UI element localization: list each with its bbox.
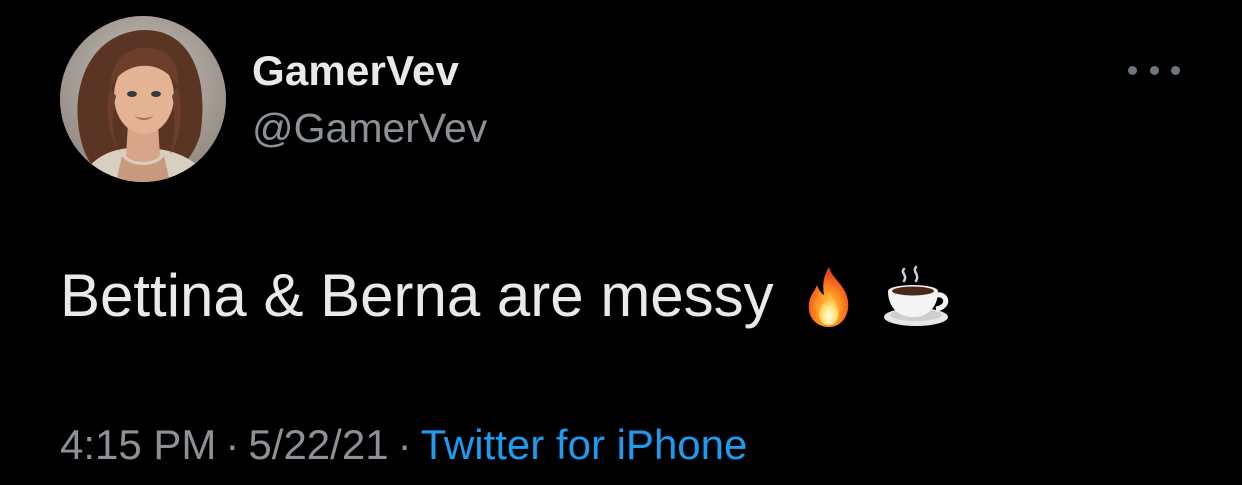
ellipsis-icon <box>1128 65 1137 75</box>
tweet-card: GamerVev @GamerVev Bettina & Berna are m… <box>0 0 1242 485</box>
fire-emoji-icon <box>796 263 862 329</box>
author-info: GamerVev @GamerVev <box>252 46 487 153</box>
more-options-button[interactable] <box>1128 58 1180 82</box>
user-handle[interactable]: @GamerVev <box>252 103 487 153</box>
display-name[interactable]: GamerVev <box>252 46 487 96</box>
tweet-date[interactable]: 5/22/21 <box>248 421 388 468</box>
ellipsis-icon <box>1149 65 1159 75</box>
avatar[interactable] <box>60 16 226 182</box>
hot-beverage-emoji-icon <box>880 263 948 329</box>
tweet-body: Bettina & Berna are messy <box>60 258 948 334</box>
tweet-time: 4:15 PM <box>60 421 217 468</box>
tweet-metadata: 4:15 PM · 5/22/21 · Twitter for iPhone <box>60 418 747 472</box>
tweet-text: Bettina & Berna are messy <box>60 262 774 329</box>
avatar-image <box>60 16 226 182</box>
tweet-source-link[interactable]: Twitter for iPhone <box>421 421 748 468</box>
separator-dot: · <box>225 421 240 468</box>
ellipsis-icon <box>1171 65 1180 75</box>
separator-dot: · <box>397 421 412 468</box>
